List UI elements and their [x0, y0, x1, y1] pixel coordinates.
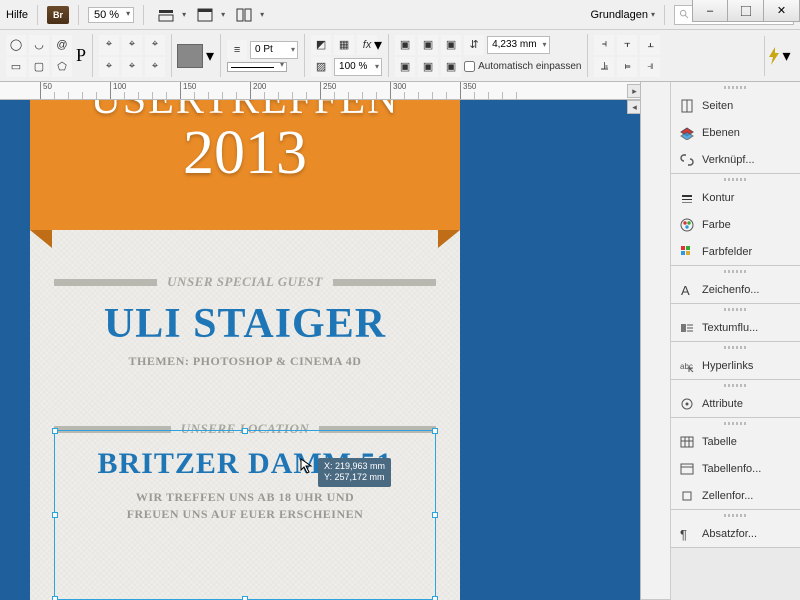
autofit-label: Automatisch einpassen	[478, 61, 581, 72]
section-label-guest: UNSER SPECIAL GUEST	[54, 274, 436, 290]
window-controls: – ✕	[692, 0, 800, 22]
control-bar: ◯ ◡ @ ▭ ▢ ⬠ P ⌖ ⌖ ⌖ ⌖ ⌖ ⌖ ▾ ≡ 0 Pt	[0, 30, 800, 82]
panel-farbfelder[interactable]: Farbfelder	[671, 238, 800, 265]
fit-2-icon[interactable]: ▣	[418, 35, 438, 55]
fit-3-icon[interactable]: ▣	[441, 35, 461, 55]
anchor-3-icon[interactable]: ⌖	[145, 35, 165, 55]
textumflu--icon	[679, 320, 695, 336]
quick-apply-icon[interactable]: ▾	[764, 36, 794, 76]
screen-mode-icon[interactable]	[192, 4, 218, 26]
align-3-icon[interactable]: ⫠	[640, 35, 660, 55]
panel-collapse-1[interactable]: ▸	[627, 84, 641, 98]
align-5-icon[interactable]: ⫢	[617, 57, 637, 77]
tool-ellipse-icon[interactable]: ◯	[6, 35, 26, 55]
panel-zeichenfo-[interactable]: AZeichenfo...	[671, 276, 800, 303]
tool-poly-icon[interactable]: ⬠	[52, 57, 72, 77]
search-icon	[679, 9, 690, 20]
zellenfor--icon	[679, 488, 695, 504]
fit-4-icon[interactable]: ▣	[395, 57, 415, 77]
svg-text:¶: ¶	[680, 527, 687, 541]
autofit-checkbox[interactable]	[464, 61, 475, 72]
arrange-icon[interactable]	[231, 4, 257, 26]
document-canvas[interactable]: USERTREFFEN 2013 UNSER SPECIAL GUEST ULI…	[0, 100, 640, 600]
workspace-switcher[interactable]: Grundlagen	[590, 9, 648, 21]
bridge-icon[interactable]: Br	[47, 6, 69, 24]
stroke-style-dropdown[interactable]	[227, 62, 287, 72]
stroke-weight-field[interactable]: 0 Pt	[250, 41, 298, 59]
selection-frame[interactable]	[54, 430, 436, 600]
attribute-icon	[679, 396, 695, 412]
horizontal-ruler: 50100150200250300350	[0, 82, 640, 100]
svg-text:A: A	[681, 283, 690, 297]
panel-ebenen[interactable]: Ebenen	[671, 119, 800, 146]
tool-rect-icon[interactable]: ▭	[6, 57, 26, 77]
fill-swatch[interactable]	[178, 45, 202, 67]
panel-zellenfor-[interactable]: Zellenfor...	[671, 482, 800, 509]
banner: USERTREFFEN 2013	[30, 100, 460, 230]
guest-subtitle: THEMEN: PHOTOSHOP & CINEMA 4D	[54, 354, 436, 369]
tool-spiral-icon[interactable]: @	[52, 35, 72, 55]
zeichenfo--icon: A	[679, 282, 695, 298]
tabellenfo--icon	[679, 461, 695, 477]
corner-icon[interactable]: ◩	[311, 35, 331, 55]
maximize-button[interactable]	[728, 0, 764, 22]
stroke-weight-icon: ≡	[227, 40, 247, 60]
panel-hyperlinks[interactable]: abcHyperlinks	[671, 352, 800, 379]
fit-6-icon[interactable]: ▣	[441, 57, 461, 77]
anchor-6-icon[interactable]: ⌖	[145, 57, 165, 77]
anchor-5-icon[interactable]: ⌖	[122, 57, 142, 77]
frame-size-field[interactable]: 4,233 mm	[487, 36, 549, 54]
hyperlinks-icon: abc	[679, 358, 695, 374]
anchor-4-icon[interactable]: ⌖	[99, 57, 119, 77]
paragraph-indicator-icon: P	[76, 45, 86, 66]
cursor-position: X: 219,963 mm Y: 257,172 mm	[300, 458, 391, 487]
panel-farbe[interactable]: Farbe	[671, 211, 800, 238]
align-2-icon[interactable]: ⫟	[617, 35, 637, 55]
anchor-2-icon[interactable]: ⌖	[122, 35, 142, 55]
panel-textumflu-[interactable]: Textumflu...	[671, 314, 800, 341]
tool-arc-icon[interactable]: ◡	[29, 35, 49, 55]
guest-name: ULI STAIGER	[54, 300, 436, 348]
seiten-icon	[679, 98, 695, 114]
close-button[interactable]: ✕	[764, 0, 800, 22]
fit-5-icon[interactable]: ▣	[418, 57, 438, 77]
farbfelder-icon	[679, 244, 695, 260]
panel-absatzfor-[interactable]: ¶Absatzfor...	[671, 520, 800, 547]
app-menubar: Hilfe Br 50 % ▾ ▾ ▾ Grundlagen▾	[0, 0, 800, 30]
gradient-icon[interactable]: ▨	[311, 57, 331, 77]
align-6-icon[interactable]: ⫣	[640, 57, 660, 77]
farbe-icon	[679, 217, 695, 233]
panel-dock: SeitenEbenenVerknüpf... KonturFarbeFarbfe…	[640, 82, 800, 600]
view-options-icon[interactable]	[153, 4, 179, 26]
panel-kontur[interactable]: Kontur	[671, 184, 800, 211]
absatzfor--icon: ¶	[679, 526, 695, 542]
tool-rounded-icon[interactable]: ▢	[29, 57, 49, 77]
coord-y: Y: 257,172 mm	[324, 472, 385, 483]
align-1-icon[interactable]: ⫞	[594, 35, 614, 55]
kontur-icon	[679, 190, 695, 206]
ebenen-icon	[679, 125, 695, 141]
opacity-field[interactable]: 100 %	[334, 58, 382, 76]
panel-seiten[interactable]: Seiten	[671, 92, 800, 119]
zoom-dropdown[interactable]: 50 %	[88, 7, 134, 23]
fit-link-icon[interactable]: ⇵	[464, 35, 484, 55]
verkn-pf--icon	[679, 152, 695, 168]
help-menu[interactable]: Hilfe	[6, 9, 28, 21]
tabelle-icon	[679, 434, 695, 450]
banner-year: 2013	[30, 118, 460, 189]
panel-collapse-2[interactable]: ◂	[627, 100, 641, 114]
panel-tabelle[interactable]: Tabelle	[671, 428, 800, 455]
coord-x: X: 219,963 mm	[324, 461, 385, 472]
cursor-icon	[300, 458, 316, 474]
anchor-1-icon[interactable]: ⌖	[99, 35, 119, 55]
panel-verkn-pf-[interactable]: Verknüpf...	[671, 146, 800, 173]
minimize-button[interactable]: –	[692, 0, 728, 22]
align-4-icon[interactable]: ⫡	[594, 57, 614, 77]
fit-1-icon[interactable]: ▣	[395, 35, 415, 55]
panel-attribute[interactable]: Attribute	[671, 390, 800, 417]
panel-tabellenfo-[interactable]: Tabellenfo...	[671, 455, 800, 482]
opacity-icon[interactable]: ▦	[334, 35, 354, 55]
